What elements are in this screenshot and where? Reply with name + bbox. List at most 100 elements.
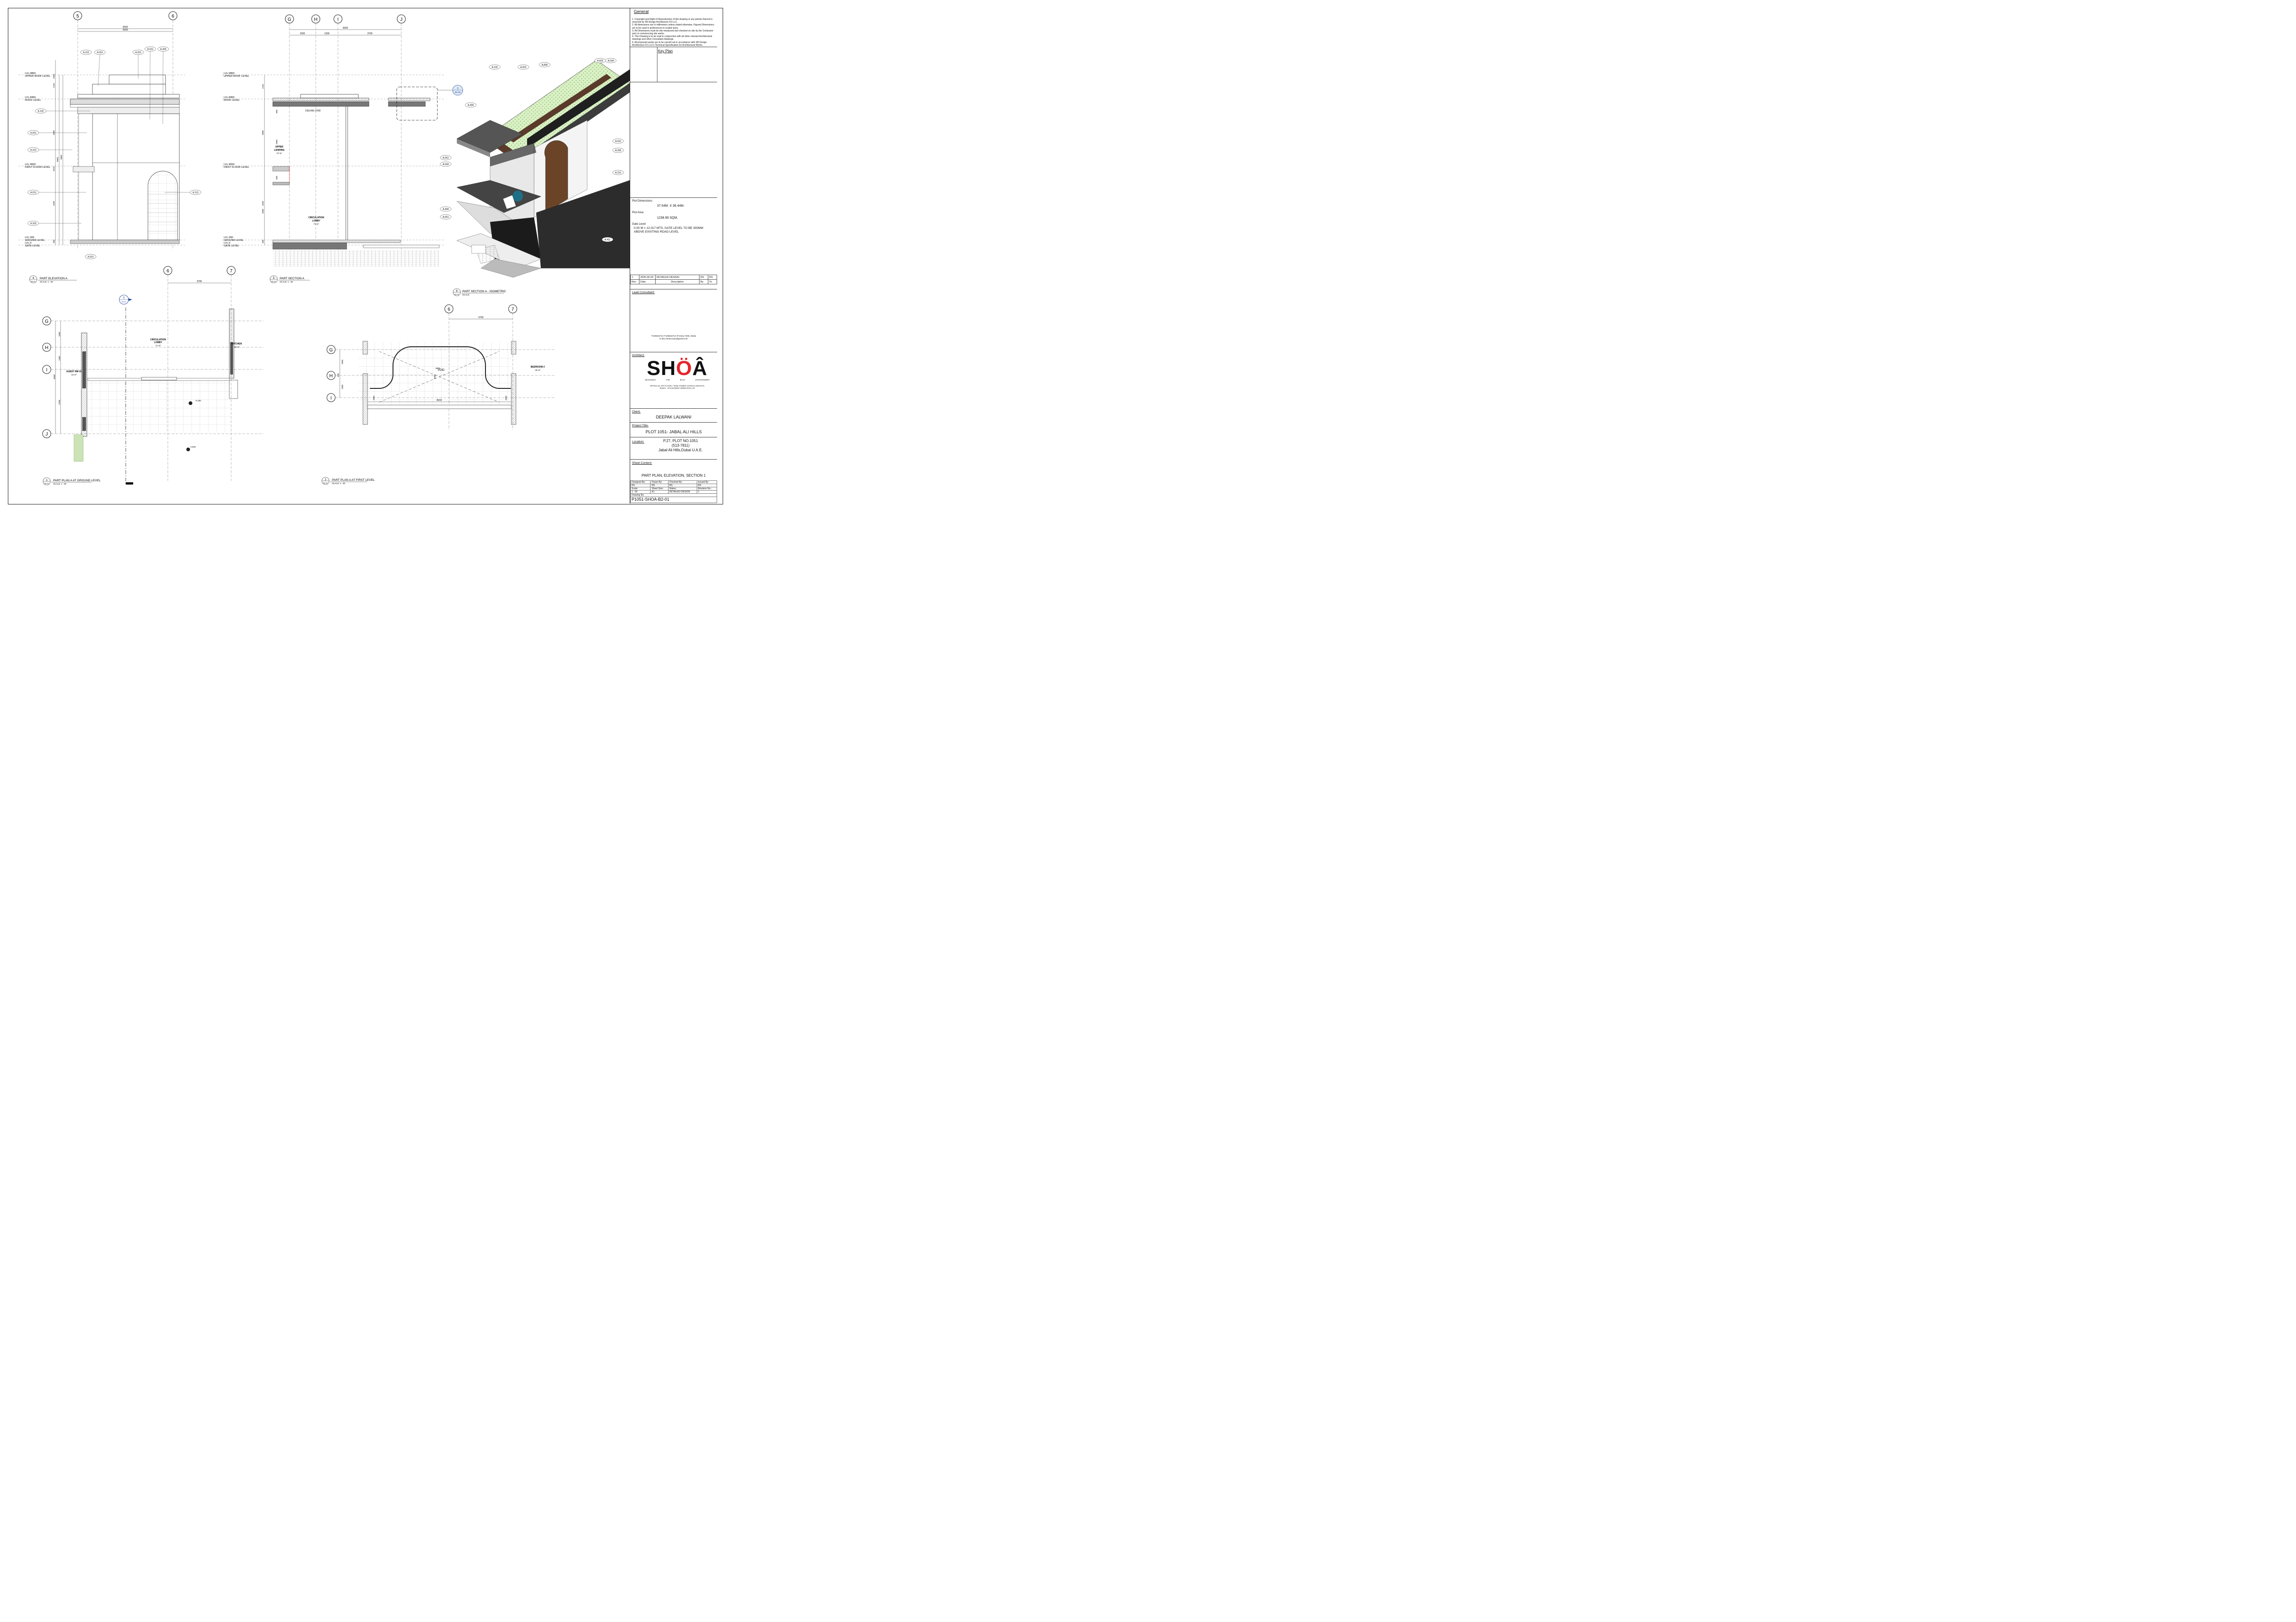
elevation-a: 5 6 5500 5500 LVL:9860 UPPER ROOF LEVEL … — [18, 11, 202, 283]
svg-text:A.034: A.034 — [608, 60, 614, 62]
svg-text:B2-01: B2-01 — [122, 301, 126, 303]
elev-level-1-desc: UPPER ROOF LEVEL — [25, 75, 50, 78]
svg-text:A.404: A.404 — [442, 208, 448, 211]
svg-text:A.404: A.404 — [467, 104, 473, 107]
svg-text:G: G — [45, 319, 49, 324]
svg-text:A.303: A.303 — [30, 222, 36, 225]
svg-text:1410: 1410 — [53, 83, 55, 88]
svg-text:SCALE: 1 : 50: SCALE: 1 : 50 — [40, 281, 53, 283]
svg-text:G: G — [329, 348, 333, 353]
plot-dimensions: 37.54M. X 36.44M. — [657, 204, 685, 208]
svg-text:I: I — [338, 17, 339, 22]
svg-text:ROOF LEVEL: ROOF LEVEL — [224, 99, 240, 102]
svg-text:B2-01: B2-01 — [323, 482, 327, 484]
svg-text:A.800: A.800 — [541, 64, 547, 67]
svg-text:LOBBY: LOBBY — [312, 220, 320, 222]
isometric-title: PART SECTION A - ISOMETRIC — [462, 290, 506, 293]
svg-text:24 m²: 24 m² — [71, 374, 77, 376]
section-a: G H I J 6500 1500 1300 3700 CEILING VOID — [222, 14, 463, 283]
revision-table: 1 2025-06-09 DETAILED DESIGN RS RS Rev Date De… — [630, 275, 717, 284]
dim-5500-b: 5500 — [123, 29, 128, 31]
svg-text:300: 300 — [53, 240, 55, 243]
svg-text:3700: 3700 — [58, 399, 61, 405]
svg-text:B2-01: B2-01 — [271, 281, 276, 283]
svg-text:A.101: A.101 — [192, 191, 198, 194]
elev-level-3-desc: FIRST FLOOR LEVEL — [25, 166, 50, 169]
svg-text:H: H — [45, 345, 48, 350]
svg-text:4250: 4250 — [262, 201, 264, 206]
grid-5-label: 5 — [76, 14, 79, 19]
svg-text:A.001: A.001 — [30, 132, 36, 135]
svg-text:J: J — [46, 432, 48, 437]
svg-text:KITCHEN: KITCHEN — [232, 343, 242, 345]
gate-level: 0.00 M = 12.017 MTS. GATE LEVEL TO BE 30… — [634, 227, 703, 233]
logo-tagline: DESIGNING THE BUILT ENVIRONMENT — [645, 379, 710, 381]
plot-area: 1238.99 SQM. — [657, 216, 678, 220]
svg-text:A.102: A.102 — [83, 51, 89, 54]
client-section: Client: DEEPAK LALWANI — [630, 408, 717, 423]
svg-text:600: 600 — [276, 176, 278, 179]
svg-text:A.031: A.031 — [615, 140, 621, 143]
svg-text:I: I — [46, 368, 48, 373]
svg-text:SCALE: 1 : 50: SCALE: 1 : 50 — [332, 482, 345, 485]
elevation-a-title: PART ELEVATION A — [40, 277, 68, 280]
svg-text:1410: 1410 — [262, 84, 264, 89]
project-title: PLOT 1051- JABAL ALI HILLS — [645, 430, 702, 434]
svg-text:3700: 3700 — [367, 32, 372, 35]
svg-text:CEILING VOID: CEILING VOID — [305, 110, 321, 112]
svg-text:6: 6 — [166, 269, 169, 274]
svg-text:A.310: A.310 — [30, 149, 36, 152]
logo-address: OFFICE 92, 8TH FLOOR, I-RISE TOWER, BARS… — [650, 385, 705, 389]
svg-text:6500: 6500 — [343, 27, 348, 30]
svg-text:B4-06: B4-06 — [455, 91, 461, 93]
svg-text:H: H — [329, 374, 332, 379]
svg-text:30 m²: 30 m² — [535, 369, 540, 371]
svg-text:J: J — [400, 17, 403, 22]
plot-info: Plot Dimensions: 37.54M. X 36.44M. Plot … — [630, 197, 717, 275]
svg-text:A.411: A.411 — [605, 239, 611, 241]
svg-text:A.102: A.102 — [491, 66, 497, 69]
elev-level-5-desc: GATE LEVEL — [25, 245, 40, 247]
plan-ground-level: 6 7 3700 G H I J 1500 1300 6500 3700 5 B… — [42, 266, 264, 485]
svg-text:A.102: A.102 — [37, 110, 43, 113]
svg-text:3900: 3900 — [262, 130, 264, 135]
svg-text:A.034: A.034 — [442, 163, 448, 166]
svg-text:UPPER ROOF LEVEL: UPPER ROOF LEVEL — [224, 75, 249, 78]
svg-text:A.101: A.101 — [615, 172, 621, 174]
svg-text:G: G — [288, 17, 291, 22]
svg-text:2950: 2950 — [276, 139, 278, 144]
plan-first-title: PART PLAN A AT FIRST LEVEL — [332, 479, 375, 482]
svg-text:3900: 3900 — [53, 130, 55, 135]
svg-text:FIRST FLOOR LEVEL: FIRST FLOOR LEVEL — [224, 166, 249, 169]
svg-text:2500: 2500 — [53, 74, 55, 79]
grid-6-label: 6 — [172, 14, 174, 19]
svg-text:I: I — [331, 396, 332, 401]
svg-text:A.305: A.305 — [160, 48, 166, 51]
key-plan-section: Key Plan — [630, 47, 717, 82]
svg-text:SCALE: 1 : 50: SCALE: 1 : 50 — [280, 281, 293, 283]
drawing-number: P1051-SHOA-B2-01 — [630, 497, 717, 503]
svg-text:LOBBY: LOBBY — [154, 341, 162, 344]
lead-consultant: Lead Consultant: T:045516712 F:045516712… — [630, 289, 717, 352]
title-block: General 1. Copyright and Right of Reprod… — [630, 8, 718, 504]
svg-text:A.001: A.001 — [135, 51, 141, 54]
svg-text:A.051: A.051 — [442, 216, 448, 219]
svg-text:37 m²: 37 m² — [276, 152, 282, 154]
svg-text:3700: 3700 — [478, 316, 483, 319]
svg-text:GATE LEVEL: GATE LEVEL — [224, 245, 239, 247]
sheet-content-section: Sheet Content: PART PLAN, ELEVATION, SEC… — [630, 459, 717, 481]
svg-text:B2-01: B2-01 — [454, 294, 459, 295]
svg-text:SCALE:: SCALE: — [462, 294, 470, 296]
key-plan-label: Key Plan — [658, 49, 673, 53]
svg-text:7: 7 — [511, 307, 514, 312]
svg-text:1300: 1300 — [58, 356, 61, 361]
svg-text:A.602: A.602 — [597, 60, 603, 62]
svg-text:8310: 8310 — [436, 399, 442, 402]
svg-text:1300: 1300 — [341, 384, 344, 389]
svg-text:1300: 1300 — [324, 32, 329, 35]
svg-text:A.051: A.051 — [442, 157, 448, 160]
svg-text:9860: 9860 — [60, 154, 62, 160]
svg-text:5085: 5085 — [436, 367, 441, 369]
svg-text:6: 6 — [448, 307, 450, 312]
svg-text:4250: 4250 — [53, 201, 55, 206]
